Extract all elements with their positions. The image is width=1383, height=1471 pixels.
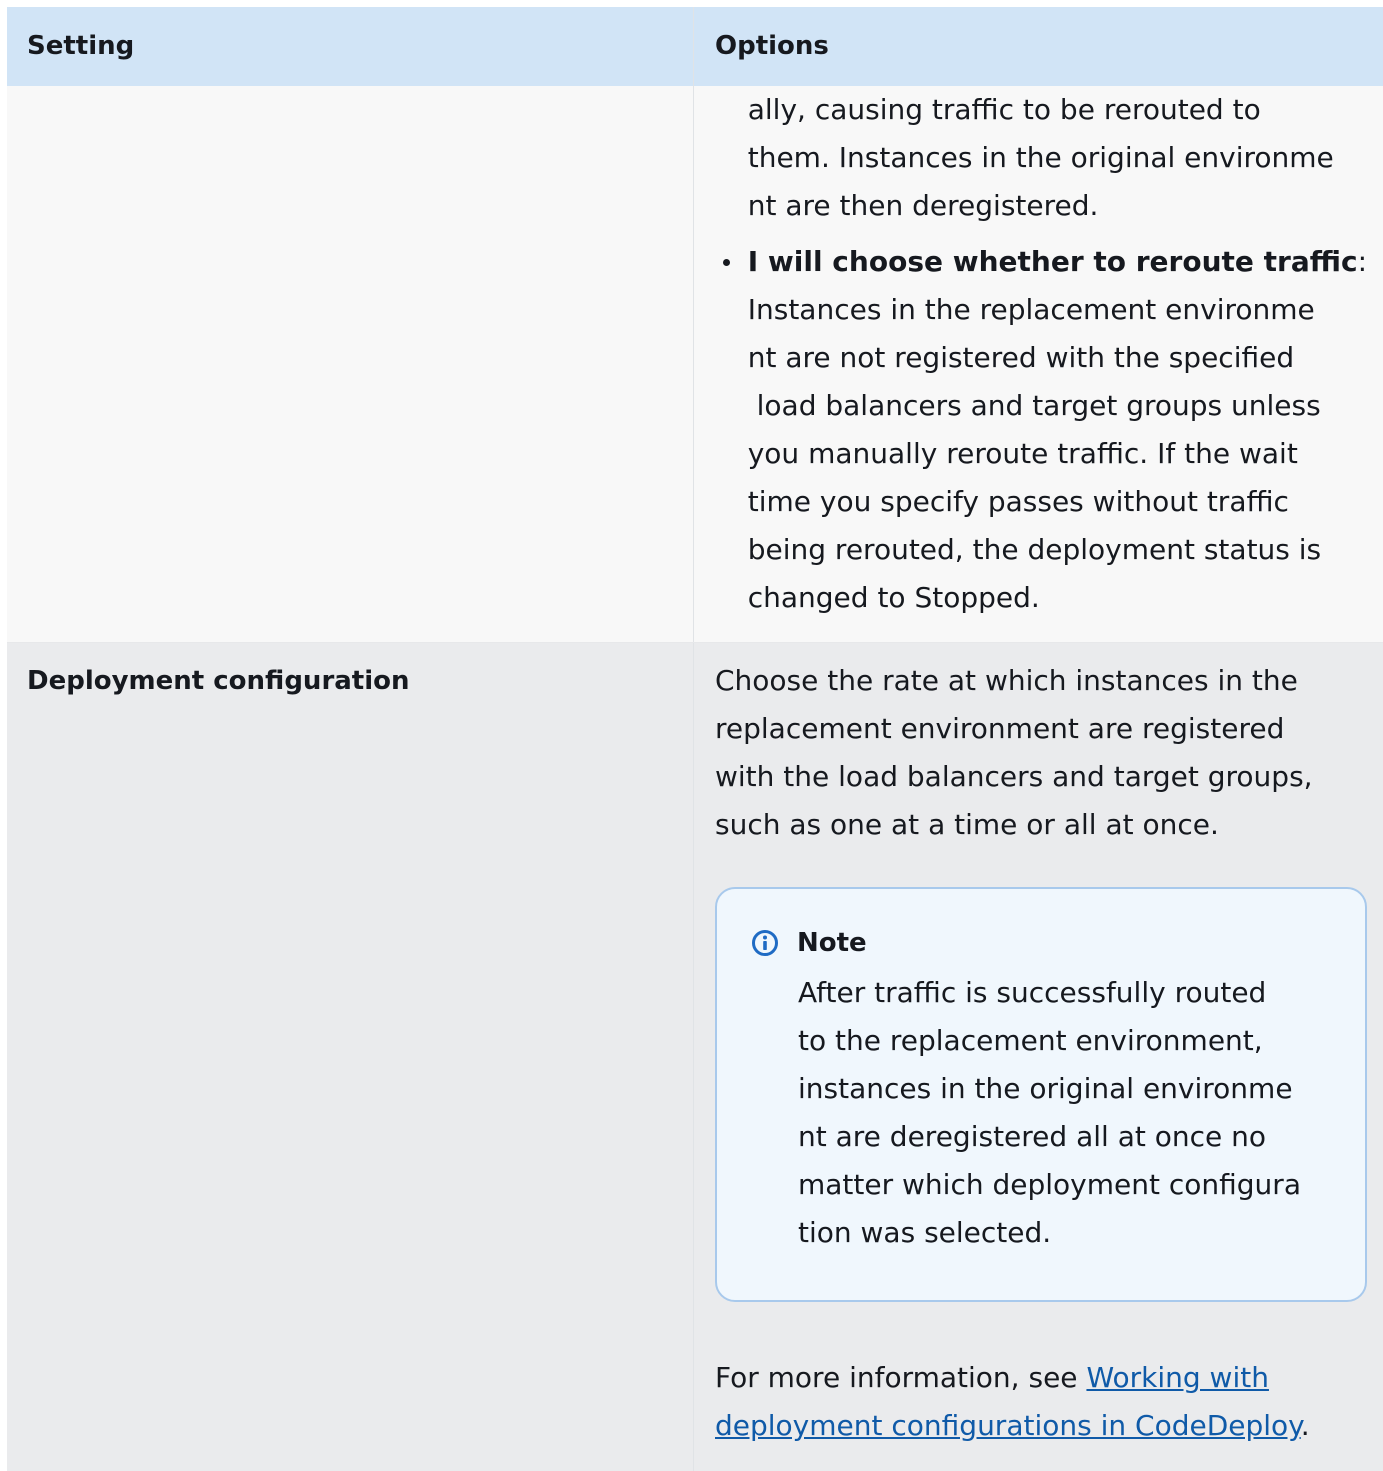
colon: : [1357,245,1367,278]
deployment-config-link-cont[interactable]: deployment configurations in CodeDeploy [715,1409,1301,1442]
table-header-row: Setting Options [7,7,1383,86]
settings-table: Setting Options ally, causing traffic to… [7,7,1383,1471]
text-line: instances in the original environme [798,1072,1293,1105]
table-row: Deployment configuration Choose the rate… [7,643,1383,1471]
description: Choose the rate at which instances in th… [715,643,1367,849]
text-line: with the load balancers and target group… [715,760,1313,793]
more-info-prefix: For more information, see [715,1361,1087,1394]
text-line: nt are not registered with the specified [747,341,1295,374]
text-line: you manually reroute traffic. If the wai… [747,437,1298,470]
list-item: I will choose whether to reroute traffic… [715,238,1367,622]
text-line: nt are then deregistered. [747,189,1099,222]
text-line: Choose the rate at which instances in th… [715,664,1298,697]
bullet-continuation: ally, causing traffic to be rerouted to … [715,86,1367,230]
text-line: Instances in the replacement environme [747,293,1315,326]
text-line: replacement environment are registered [715,712,1285,745]
options-list: I will choose whether to reroute traffic… [715,238,1367,622]
text-line: deployment configurations in CodeDeploy. [715,1402,1367,1450]
text-line: tion was selected. [798,1216,1052,1249]
option-label: I will choose whether to reroute traffic [747,245,1358,278]
note-header: Note [751,925,1365,961]
text-line: to the replacement environment, [798,1024,1263,1057]
text-line: them. Instances in the original environm… [747,141,1334,174]
text-line: For more information, see Working with [715,1354,1367,1402]
note-box: Note After traffic is successfully route… [715,887,1367,1302]
text-line: I will choose whether to reroute traffic… [748,238,1367,286]
more-info-suffix: . [1300,1409,1310,1442]
deployment-config-link[interactable]: Working with [1086,1361,1269,1394]
text-line: changed to Stopped. [747,581,1040,614]
setting-cell: Deployment configuration [7,643,694,1471]
text-line: being rerouted, the deployment status is [747,533,1322,566]
text-line: After traffic is successfully routed [798,976,1267,1009]
table-row: ally, causing traffic to be rerouted to … [7,86,1383,643]
note-body: After traffic is successfully routed to … [798,969,1365,1257]
text-line: such as one at a time or all at once. [715,808,1219,841]
header-options: Options [715,31,829,61]
text-line: time you specify passes without traffic [747,485,1289,518]
options-cell: ally, causing traffic to be rerouted to … [694,86,1383,642]
note-title: Note [797,928,867,958]
text-line: nt are deregistered all at once no [798,1120,1267,1153]
setting-cell-empty [7,86,694,642]
info-icon [752,930,778,956]
text-line: load balancers and target groups unless [747,389,1321,422]
more-info: For more information, see Working with d… [715,1354,1367,1450]
options-cell: Choose the rate at which instances in th… [694,643,1383,1471]
header-setting: Setting [7,7,694,86]
text-line: ally, causing traffic to be rerouted to [747,93,1261,126]
bullet-dot [722,259,730,266]
setting-label: Deployment configuration [27,666,410,696]
text-line: matter which deployment configura [798,1168,1301,1201]
